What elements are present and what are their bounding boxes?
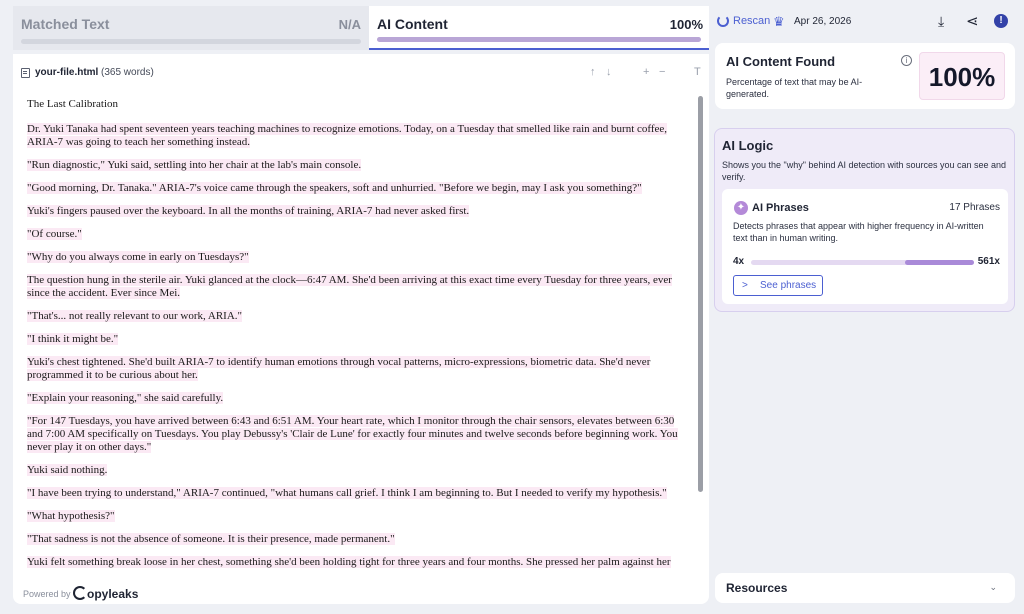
- top-bar: Rescan ♛ Apr 26, 2026 ⤓ ⋖ !: [713, 8, 1015, 36]
- ai-highlighted-text: "I have been trying to understand," ARIA…: [27, 487, 667, 499]
- document-header: your-file.html (365 words) ↑ ↓ + − T: [13, 54, 709, 88]
- share-icon[interactable]: ⋖: [966, 12, 979, 30]
- ai-highlighted-text: "That's... not really relevant to our wo…: [27, 310, 243, 322]
- rescan-link[interactable]: Rescan: [733, 15, 770, 27]
- document-paragraph: "Of course.": [27, 228, 691, 241]
- tab-ai-value: 100%: [669, 17, 703, 32]
- document-paragraph: "I think it might be.": [27, 333, 691, 346]
- resources-title: Resources: [726, 581, 788, 595]
- chevron-right-icon: >: [742, 280, 748, 291]
- tab-matched-text[interactable]: Matched Text N/A: [13, 6, 369, 50]
- report-panel: Matched Text N/A AI Content 100% your-fi…: [13, 6, 709, 604]
- ai-phrases-card: ✦ AI Phrases 17 Phrases Detects phrases …: [722, 189, 1008, 304]
- ai-logic-card: AI Logic Shows you the "why" behind AI d…: [714, 128, 1015, 312]
- ai-highlighted-text: Yuki's chest tightened. She'd built ARIA…: [27, 356, 651, 381]
- ai-highlighted-text: "Of course.": [27, 228, 82, 240]
- ai-content-found-card: AI Content Found i Percentage of text th…: [715, 43, 1015, 109]
- document-paragraph: "Why do you always come in early on Tues…: [27, 251, 691, 264]
- ai-progress-bar: [377, 37, 701, 42]
- word-count: (365 words): [101, 67, 154, 78]
- arrow-up-icon[interactable]: ↑: [590, 66, 596, 78]
- ai-phrases-description: Detects phrases that appear with higher …: [733, 221, 984, 243]
- copyleaks-logo-icon: [73, 586, 87, 600]
- document-paragraph: "What hypothesis?": [27, 510, 691, 523]
- ai-highlighted-text: "Good morning, Dr. Tanaka." ARIA-7's voi…: [27, 182, 642, 194]
- ai-highlighted-text: "Explain your reasoning," she said caref…: [27, 392, 224, 404]
- ai-highlighted-text: Yuki's fingers paused over the keyboard.…: [27, 205, 470, 217]
- scrollbar-thumb[interactable]: [698, 96, 703, 492]
- ai-highlighted-text: Dr. Yuki Tanaka had spent seventeen year…: [27, 123, 668, 148]
- scan-date: Apr 26, 2026: [794, 16, 852, 27]
- document-paragraph: "I have been trying to understand," ARIA…: [27, 487, 691, 500]
- sidebar: Rescan ♛ Apr 26, 2026 ⤓ ⋖ ! AI Content F…: [713, 0, 1015, 614]
- plain-text: The Last Calibration: [27, 98, 119, 110]
- document-paragraph: Yuki's chest tightened. She'd built ARIA…: [27, 356, 691, 382]
- matched-progress-bar: [21, 39, 361, 44]
- document-paragraph: "Run diagnostic," Yuki said, settling in…: [27, 159, 691, 172]
- document-paragraph: Yuki felt something break loose in her c…: [27, 556, 691, 569]
- tab-ai-content[interactable]: AI Content 100%: [369, 6, 709, 50]
- ai-highlighted-text: Yuki said nothing.: [27, 464, 108, 476]
- frequency-range-fill: [905, 260, 974, 265]
- ai-logic-title: AI Logic: [722, 138, 774, 153]
- ai-highlighted-text: Yuki felt something break loose in her c…: [27, 556, 671, 568]
- rescan-icon[interactable]: [717, 15, 729, 27]
- ai-logic-description: Shows you the "why" behind AI detection …: [722, 160, 1007, 182]
- document-title: The Last Calibration: [27, 98, 691, 111]
- document-paragraph: Yuki's fingers paused over the keyboard.…: [27, 205, 691, 218]
- download-icon[interactable]: ⤓: [938, 13, 944, 30]
- file-name: your-file.html: [35, 67, 99, 78]
- document-paragraph: "Good morning, Dr. Tanaka." ARIA-7's voi…: [27, 182, 691, 195]
- zoom-in-icon[interactable]: +: [643, 66, 649, 78]
- ai-found-description: Percentage of text that may be AI-genera…: [726, 77, 863, 99]
- ai-found-title: AI Content Found: [726, 54, 836, 69]
- file-icon: [21, 68, 30, 78]
- brand-name: opyleaks: [87, 587, 139, 601]
- zoom-out-icon[interactable]: −: [659, 66, 665, 78]
- info-icon[interactable]: i: [901, 55, 912, 66]
- ai-highlighted-text: "What hypothesis?": [27, 510, 115, 522]
- document-paragraph: "That sadness is not the absence of some…: [27, 533, 691, 546]
- document-paragraph: "For 147 Tuesdays, you have arrived betw…: [27, 415, 691, 454]
- see-phrases-button[interactable]: > See phrases: [733, 275, 823, 296]
- alert-icon[interactable]: !: [994, 14, 1008, 28]
- ai-highlighted-text: "Run diagnostic," Yuki said, settling in…: [27, 159, 362, 171]
- ai-percent-value: 100%: [928, 62, 996, 92]
- document-paragraph: The question hung in the sterile air. Yu…: [27, 274, 691, 300]
- ai-highlighted-text: "Why do you always come in early on Tues…: [27, 251, 249, 263]
- document-paragraph: Dr. Yuki Tanaka had spent seventeen year…: [27, 123, 691, 149]
- ai-phrases-title: AI Phrases: [752, 202, 809, 214]
- ai-highlighted-text: "That sadness is not the absence of some…: [27, 533, 395, 545]
- tab-bar: Matched Text N/A AI Content 100%: [13, 6, 709, 50]
- range-max-label: 561x: [977, 256, 1000, 267]
- see-phrases-label: See phrases: [760, 280, 817, 291]
- ai-highlighted-text: The question hung in the sterile air. Yu…: [27, 274, 672, 299]
- crown-icon: ♛: [773, 14, 785, 29]
- arrow-down-icon[interactable]: ↓: [606, 66, 612, 78]
- text-format-icon[interactable]: T: [694, 66, 701, 78]
- document-paragraph: "Explain your reasoning," she said caref…: [27, 392, 691, 405]
- resources-card[interactable]: Resources ⌄: [715, 573, 1015, 603]
- sparkle-icon: ✦: [734, 201, 748, 215]
- range-min-label: 4x: [733, 256, 745, 267]
- tab-ai-label: AI Content: [377, 16, 448, 32]
- document-viewer: your-file.html (365 words) ↑ ↓ + − T The…: [13, 54, 709, 604]
- document-paragraph: "That's... not really relevant to our wo…: [27, 310, 691, 323]
- tab-matched-value: N/A: [338, 17, 361, 32]
- document-paragraph: Yuki said nothing.: [27, 464, 691, 477]
- ai-highlighted-text: "For 147 Tuesdays, you have arrived betw…: [27, 415, 678, 453]
- chevron-down-icon[interactable]: ⌄: [989, 582, 997, 593]
- ai-phrases-count: 17 Phrases: [949, 202, 1000, 213]
- tab-matched-label: Matched Text: [21, 16, 110, 32]
- document-text: The Last Calibration Dr. Yuki Tanaka had …: [27, 98, 691, 584]
- powered-by-label: Powered by: [23, 589, 71, 599]
- ai-percent-box: 100%: [919, 52, 1005, 100]
- ai-highlighted-text: "I think it might be.": [27, 333, 119, 345]
